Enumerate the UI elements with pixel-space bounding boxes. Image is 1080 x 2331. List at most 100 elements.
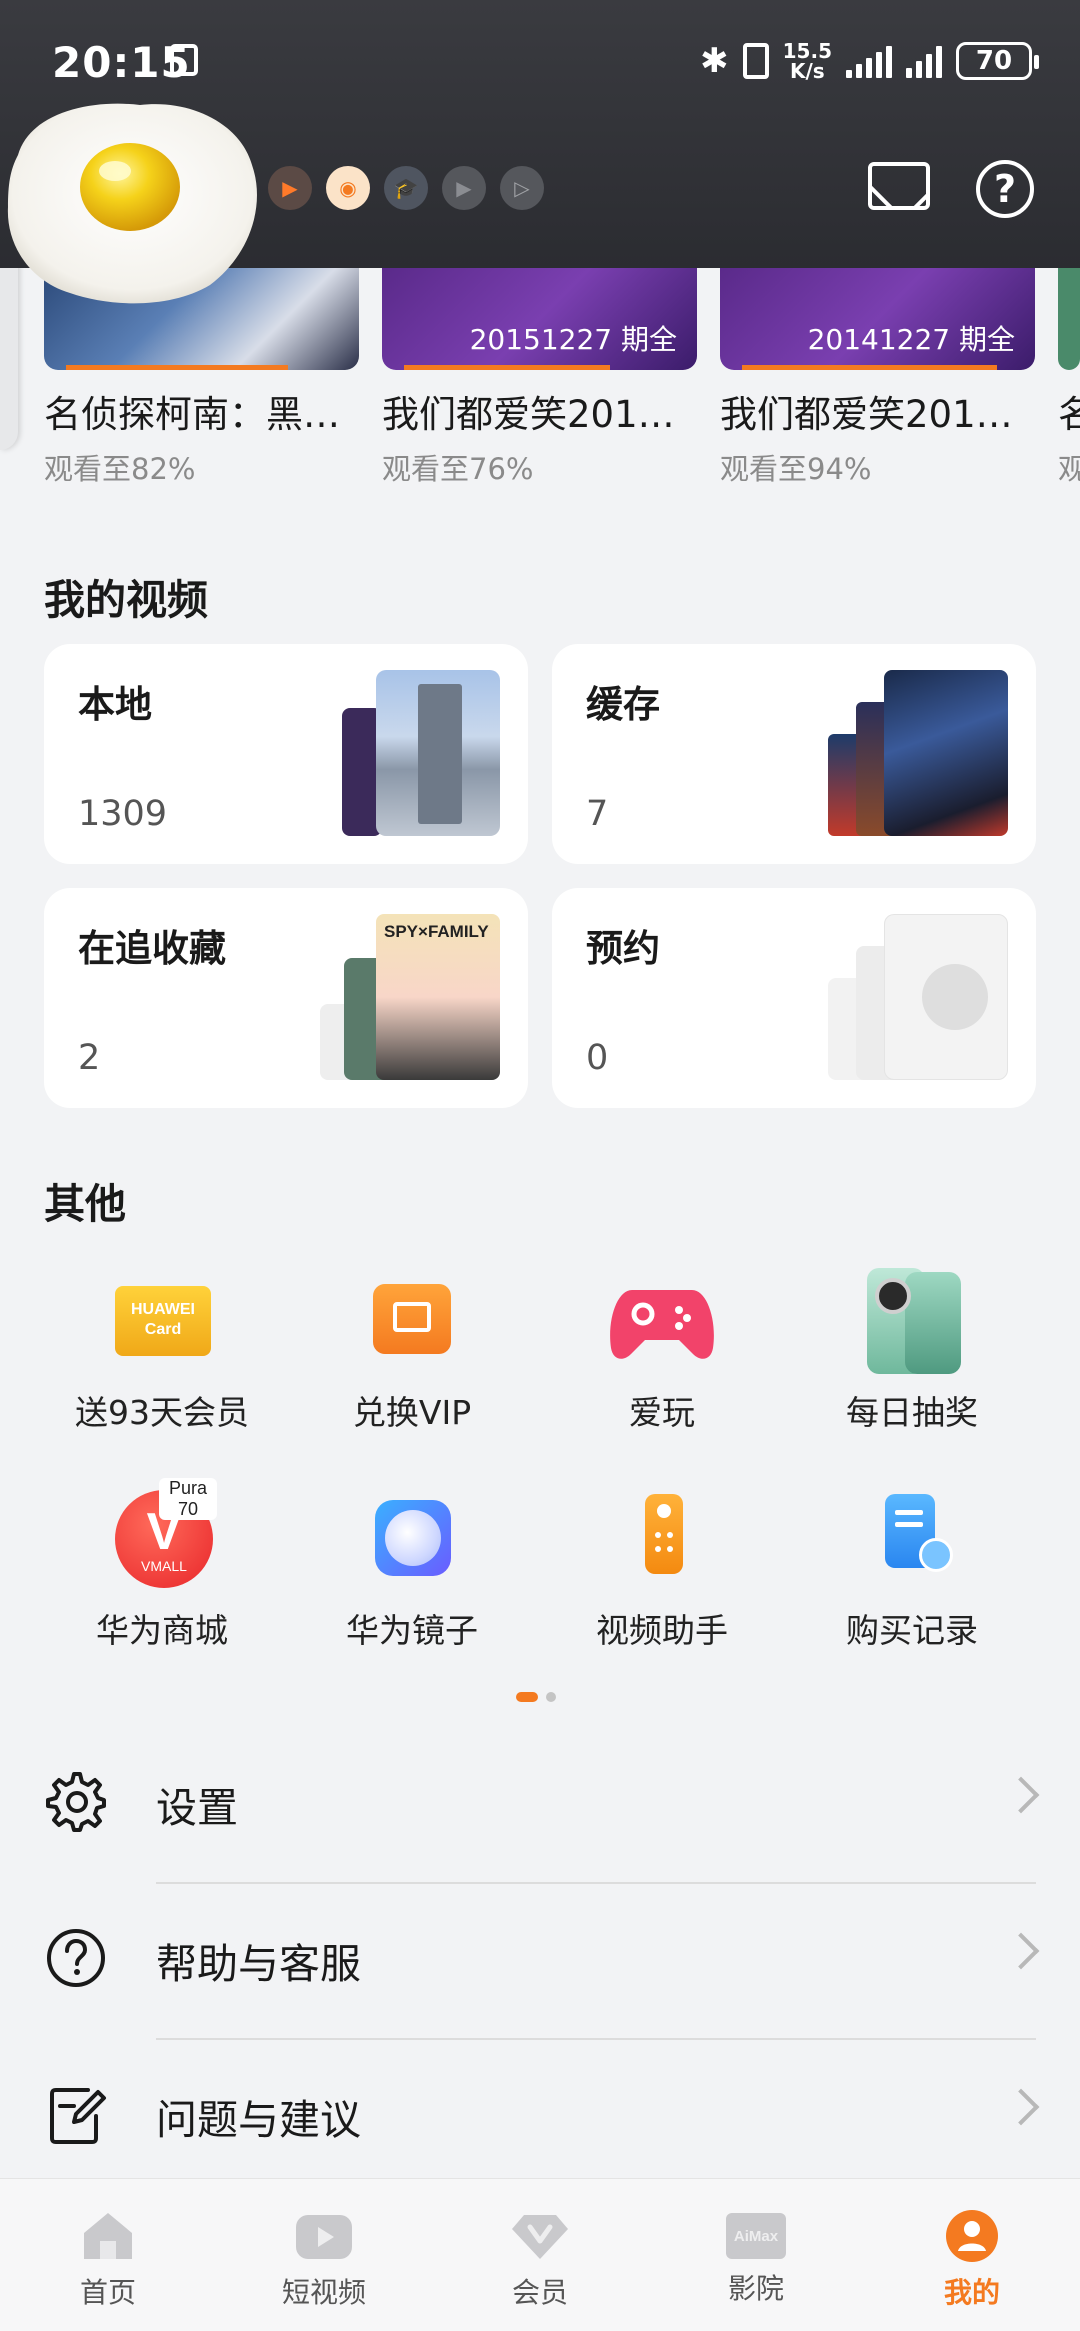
grid-label: 华为镜子 [346,1611,478,1650]
card-reservation-count: 0 [586,1038,609,1078]
card-reservation-label: 预约 [586,927,660,970]
bottom-nav: 首页 短视频 会员 AiMax 影院 我的 [0,2178,1080,2331]
history-thumbnail: 20141227 期全 [720,268,1035,370]
play-icon: ▶ [442,166,486,210]
mirror-icon [357,1488,467,1588]
chevron-right-icon [1002,1932,1040,1970]
grid-label: 送93天会员 [75,1393,249,1432]
aimax-icon: AiMax [726,2213,786,2259]
fried-egg-sticker [7,103,257,304]
gamepad-icon [607,1270,717,1370]
signal-icon [846,44,892,78]
history-progress-text: 观看至82% [44,452,196,486]
card-local[interactable]: 本地 1309 [44,644,528,864]
page-indicator [516,1692,556,1702]
grid-item-play[interactable]: 爱玩 [537,1270,787,1434]
history-item[interactable]: 20151227 期全 我们都爱笑201… 观看至76% [382,268,697,488]
page-dot-active [516,1692,538,1702]
grid-item-vmall[interactable]: Pura 70 V VMALL 华为商城 [37,1478,287,1652]
nav-label: 影院 [727,2272,784,2305]
history-progress-text: 观看至76% [382,452,534,486]
history-item[interactable]: 20141227 期全 我们都爱笑201… 观看至94% [720,268,1035,488]
following-thumbnail-stack: SPY×FAMILY [320,914,500,1080]
purchase-record-icon [857,1488,967,1588]
history-progress-bar [742,365,997,370]
nav-mine[interactable]: 我的 [864,2179,1080,2331]
card-cache[interactable]: 缓存 7 [552,644,1036,864]
history-progress-bar [404,365,610,370]
phone-prize-icon [857,1268,967,1374]
card-following[interactable]: 在追收藏 2 SPY×FAMILY [44,888,528,1108]
card-reservation[interactable]: 预约 0 [552,888,1036,1108]
grid-item-huawei-card[interactable]: HUAWEI Card 送93天会员 [37,1270,287,1434]
education-icon: 🎓 [384,166,428,210]
nav-label: 首页 [79,2276,136,2309]
grid-item-daily-lottery[interactable]: 每日抽奖 [787,1268,1037,1434]
grid-label: 购买记录 [846,1611,978,1650]
menu-feedback[interactable]: 问题与建议 [0,2038,1080,2194]
network-speed: 15.5 K/s [782,39,832,83]
nav-vip[interactable]: 会员 [432,2179,648,2331]
menu-label: 问题与建议 [156,2096,361,2144]
history-progress-text: 观 [1058,452,1080,486]
grid-label: 每日抽奖 [846,1393,978,1432]
battery-icon: 70 [956,42,1039,80]
nav-cinema[interactable]: AiMax 影院 [648,2179,864,2331]
grid-item-huawei-mirror[interactable]: 华为镜子 [287,1488,537,1652]
nav-label: 我的 [943,2276,1000,2309]
gear-icon [46,1772,106,1832]
chevron-right-icon [1002,2088,1040,2126]
help-icon[interactable]: ? [976,160,1034,218]
nav-short-video[interactable]: 短视频 [216,2179,432,2331]
grid-label: 爱玩 [629,1393,695,1432]
chevron-right-icon [1002,1776,1040,1814]
card-following-label: 在追收藏 [78,927,226,970]
nav-home[interactable]: 首页 [0,2179,216,2331]
vip-ticket-icon [357,1270,467,1370]
history-progress-text: 观看至94% [720,452,872,486]
history-title: 名 [1058,384,1080,438]
history-title: 我们都爱笑201… [382,393,675,436]
menu-label: 设置 [156,1784,238,1832]
card-local-label: 本地 [78,683,152,726]
vip-diamond-icon [512,2215,568,2259]
video-app-icon: ▶ [268,166,312,210]
history-thumbnail: 20151227 期全 [382,268,697,370]
clock-icon [922,964,988,1030]
spy-family-cover-text: SPY×FAMILY [384,922,489,941]
short-video-icon [296,2215,352,2259]
huawei-card-icon: HUAWEI Card [107,1270,217,1370]
remote-icon [607,1488,717,1588]
card-local-count: 1309 [78,794,168,834]
grid-label: 华为商城 [96,1611,228,1650]
card-cache-count: 7 [586,794,609,834]
grid-item-redeem-vip[interactable]: 兑换VIP [287,1270,537,1434]
my-videos-title: 我的视频 [44,576,208,624]
nav-label: 会员 [511,2276,568,2309]
nav-label: 短视频 [281,2276,366,2309]
history-episode: 20151227 期全 [469,323,677,356]
reservation-placeholder-stack [828,914,1008,1080]
history-title: 我们都爱笑201… [720,393,1013,436]
others-title: 其他 [44,1180,126,1228]
cache-thumbnail-stack [828,670,1008,836]
grid-item-video-assistant[interactable]: 视频助手 [537,1488,787,1652]
history-item[interactable]: 名 观 [1058,268,1080,488]
menu-help-service[interactable]: 帮助与客服 [0,1882,1080,2038]
grid-item-purchase-record[interactable]: 购买记录 [787,1488,1037,1652]
local-thumbnail-stack [320,670,500,836]
card-cache-label: 缓存 [586,683,660,726]
nfc-icon [170,44,198,76]
history-episode: 20141227 期全 [807,323,1015,356]
home-icon [84,2213,132,2259]
mail-icon[interactable] [868,162,930,210]
grid-label: 视频助手 [596,1611,728,1650]
help-circle-icon [47,1929,105,1987]
menu-settings[interactable]: 设置 [0,1726,1080,1882]
page-dot [546,1692,556,1702]
vibrate-icon [742,43,769,79]
notification-app-icons: ▶ ◉ 🎓 ▶ ▷ [268,166,544,210]
history-progress-bar [66,365,288,370]
vmall-icon: Pura 70 V VMALL [107,1478,217,1588]
history-thumbnail [1058,268,1080,370]
